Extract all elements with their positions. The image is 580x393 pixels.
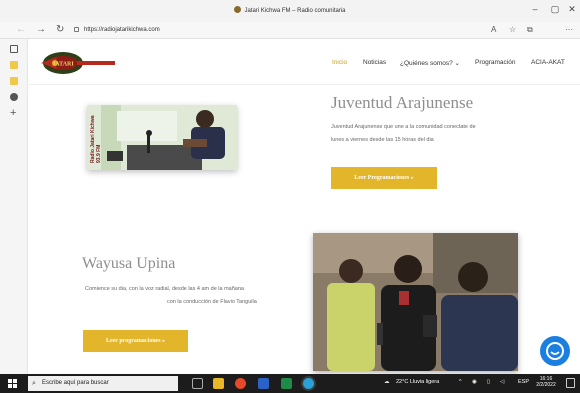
radio-studio-photo: Radio Jatari Kichwa 93.9 FM [87,105,237,170]
clock[interactable]: 16:16 2/2/2022 [534,376,558,388]
browser-title-bar: Jatari Kichwa FM – Radio comunitaria – ▢… [0,0,580,22]
menu-inicio[interactable]: Inicio [332,59,347,66]
folder-icon[interactable] [10,61,18,69]
site-favicon [234,6,242,13]
read-aloud-icon[interactable]: A [491,25,496,34]
close-button[interactable]: ✕ [565,4,579,15]
section2-title: Wayusa Upina [82,255,176,272]
task-view-icon[interactable] [192,378,203,389]
menu-noticias[interactable]: Noticias [363,59,386,66]
add-icon[interactable]: + [10,107,16,119]
minimize-button[interactable]: – [528,4,542,14]
edge-icon[interactable] [303,378,314,389]
section1-title: Juventud Arajunense [331,93,474,112]
forward-icon[interactable]: → [36,24,46,35]
windows-start-icon[interactable] [8,379,17,388]
word-icon[interactable] [258,378,269,389]
chat-button[interactable] [540,336,570,366]
weather-icon[interactable]: ☁ [384,379,390,385]
section2-text-line1: Comience su dia, con la voz radial, desd… [85,286,244,292]
maximize-button[interactable]: ▢ [548,4,562,15]
page-content: Radio Jatari Kichwa 93.9 FM Juventud Ara… [29,85,580,374]
battery-icon[interactable]: ▯ [487,379,490,385]
section1-text-line2: lunes a viernes desde las 15 horas del d… [331,137,434,143]
menu-acia-akat[interactable]: ACIA-AKAT [531,59,565,66]
site-header: JATARI Inicio Noticias ¿Quiénes somos? ⌄… [29,39,580,85]
collections-icon[interactable]: ⧉ [527,25,533,35]
section2-read-more-button[interactable]: Leer programaciones » [83,330,188,352]
photo-caption: Radio Jatari Kichwa 93.9 FM [90,115,102,163]
reload-icon[interactable]: ↻ [56,24,64,35]
site-icon[interactable] [10,93,18,101]
weather-text[interactable]: 22°C Lluvia ligera [396,379,439,385]
url-field[interactable]: https://radiojatarikichwa.com [74,25,474,36]
search-icon: ⌕ [32,380,36,387]
address-bar-row: ← → ↻ https://radiojatarikichwa.com A ☆ … [0,22,580,57]
taskbar-search-box[interactable]: ⌕ Escribe aquí para buscar [28,376,178,391]
language-indicator[interactable]: ESP [518,379,529,385]
section1-text-line1: Juventud Arajunense que une a la comunid… [331,124,476,130]
logo-text: JATARI [52,62,74,68]
notifications-icon[interactable] [566,378,575,388]
section2-text-line2: con la conducción de Flavio Tanguila [167,299,257,305]
chrome-icon[interactable] [235,378,246,389]
lock-icon [74,27,79,32]
tray-chevron-icon[interactable]: ^ [459,379,462,385]
menu-programacion[interactable]: Programación [475,59,515,66]
folder-icon[interactable] [10,77,18,85]
favorite-icon[interactable]: ☆ [509,25,516,34]
file-explorer-icon[interactable] [213,378,224,389]
tab-title[interactable]: Jatari Kichwa FM – Radio comunitaria [0,6,580,14]
menu-quienes-somos[interactable]: ¿Quiénes somos? ⌄ [400,59,460,67]
browser-sidebar: + [0,39,28,374]
tab-actions-icon[interactable] [10,45,18,53]
site-logo[interactable]: JATARI [37,51,117,75]
date-text: 2/2/2022 [536,382,556,388]
windows-taskbar: ⌕ Escribe aquí para buscar ☁ 22°C Lluvia… [0,374,580,393]
interview-photo [313,233,518,371]
excel-icon[interactable] [281,378,292,389]
more-menu-icon[interactable]: ··· [565,25,573,34]
section1-read-more-button[interactable]: Leer Programaciones » [331,167,437,189]
volume-icon[interactable]: ◁ [500,379,504,385]
network-icon[interactable]: ◉ [472,379,477,385]
back-icon[interactable]: ← [16,24,26,35]
chat-icon [546,342,564,360]
